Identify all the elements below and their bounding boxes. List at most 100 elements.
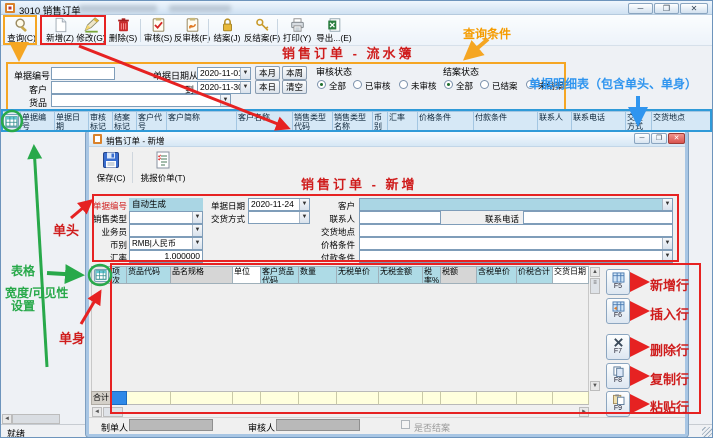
query-date-to-select[interactable]: 2020-11-30▼ xyxy=(197,81,251,94)
column-header[interactable]: 无税单价 xyxy=(337,266,379,284)
column-header[interactable]: 付款条件 xyxy=(474,111,538,131)
chevron-down-icon[interactable]: ▼ xyxy=(662,251,672,262)
column-header[interactable]: 货品代码 xyxy=(127,266,171,284)
add-row-button[interactable]: F5 xyxy=(606,269,630,295)
detail-grid-settings-button[interactable] xyxy=(94,269,109,282)
column-header[interactable]: 单位 xyxy=(233,266,261,284)
insert-row-button[interactable]: F6 xyxy=(606,298,630,324)
rate-input[interactable]: 1.000000 xyxy=(129,250,203,263)
dialog-minimize-button[interactable]: ─ xyxy=(634,133,650,144)
chevron-down-icon[interactable]: ▼ xyxy=(662,199,672,210)
price-cond-select[interactable]: ▼ xyxy=(359,237,673,250)
column-header[interactable]: 联系电话 xyxy=(572,111,626,131)
query-doc-no-input[interactable] xyxy=(51,67,115,80)
delivery-method-select[interactable]: ▼ xyxy=(248,211,310,224)
audit-audited-radio[interactable] xyxy=(353,80,362,89)
column-header[interactable]: 项次 xyxy=(111,266,127,284)
column-header[interactable]: 销售类型代码 xyxy=(293,111,333,131)
grid-settings-button[interactable] xyxy=(3,114,19,128)
grid-vscroll-up[interactable]: ▲ xyxy=(590,267,600,277)
clear-button[interactable]: 清空 xyxy=(282,80,307,94)
edit-button[interactable]: 修改(G) xyxy=(76,16,106,45)
export-button[interactable]: 导出...(E) xyxy=(314,16,354,45)
hscroll-left-arrow[interactable]: ◄ xyxy=(2,414,12,424)
column-header[interactable]: 币别 xyxy=(373,111,388,131)
column-header[interactable]: 价税合计 xyxy=(517,266,553,284)
uncase-button[interactable]: 反结案(F) xyxy=(242,16,282,45)
column-header[interactable]: 汇率 xyxy=(388,111,418,131)
resize-grip[interactable] xyxy=(702,427,713,438)
pay-cond-select[interactable]: ▼ xyxy=(359,250,673,263)
phone-input[interactable] xyxy=(523,211,673,224)
grid-hscroll-right[interactable]: ► xyxy=(579,407,589,417)
chevron-down-icon[interactable]: ▼ xyxy=(662,238,672,249)
close-all-radio[interactable] xyxy=(444,80,453,89)
column-header[interactable]: 无税金额 xyxy=(379,266,423,284)
query-date-from-select[interactable]: 2020-11-01▼ xyxy=(197,67,251,80)
add-button[interactable]: 新增(Z) xyxy=(45,16,75,45)
column-header[interactable]: 数量 xyxy=(299,266,337,284)
delete-button[interactable]: 删除(S) xyxy=(108,16,138,45)
sale-type-select[interactable]: ▼ xyxy=(129,211,203,224)
column-header[interactable]: 联系人 xyxy=(538,111,572,131)
salesman-select[interactable]: ▼ xyxy=(129,224,203,237)
column-header[interactable]: 客户名称 xyxy=(237,111,293,131)
print-button[interactable]: 打印(Y) xyxy=(281,16,313,45)
pick-quote-button[interactable]: 挑报价单(T) xyxy=(137,150,189,184)
grid-vscroll-thumb[interactable]: ≡ xyxy=(590,278,600,294)
chevron-down-icon[interactable]: ▼ xyxy=(220,95,230,106)
query-goods-select[interactable]: ▼ xyxy=(51,94,231,107)
column-header[interactable]: 销售类型名称 xyxy=(333,111,373,131)
column-header[interactable]: 含税单价 xyxy=(477,266,517,284)
column-header[interactable]: 客户简称 xyxy=(167,111,237,131)
currency-select[interactable]: RMB|人民币▼ xyxy=(129,237,203,250)
column-header[interactable]: 品名规格 xyxy=(171,266,233,284)
column-header[interactable]: 交货日期 xyxy=(553,266,589,284)
this-week-button[interactable]: 本周 xyxy=(282,66,307,80)
chevron-down-icon[interactable]: ▼ xyxy=(299,199,309,210)
column-header[interactable]: 客户货品代码 xyxy=(261,266,299,284)
audit-unaudited-radio[interactable] xyxy=(399,80,408,89)
today-button[interactable]: 本日 xyxy=(255,80,280,94)
paste-row-button[interactable]: F9 xyxy=(606,391,630,417)
this-month-button[interactable]: 本月 xyxy=(255,66,280,80)
column-header[interactable]: 交货地点 xyxy=(652,111,713,131)
close-button[interactable]: ✕ xyxy=(680,3,708,14)
close-closed-radio[interactable] xyxy=(480,80,489,89)
doc-date-select[interactable]: 2020-11-24▼ xyxy=(248,198,310,211)
grid-hscroll-thumb[interactable] xyxy=(103,407,123,417)
audit-all-radio[interactable] xyxy=(317,80,326,89)
column-header[interactable]: 交货方式 xyxy=(626,111,652,131)
column-header[interactable]: 单据编号 xyxy=(21,111,55,131)
unaudit-button[interactable]: 反审核(F) xyxy=(173,16,211,45)
doc-no-field[interactable]: 自动生成 xyxy=(129,198,203,211)
column-header[interactable]: 结案标记 xyxy=(113,111,137,131)
chevron-down-icon[interactable]: ▼ xyxy=(192,225,202,236)
column-header[interactable]: 税率% xyxy=(423,266,441,284)
column-header[interactable]: 价格条件 xyxy=(418,111,474,131)
query-button[interactable]: 查询(C) xyxy=(5,16,38,45)
column-header[interactable]: 税额 xyxy=(441,266,477,284)
delete-row-button[interactable]: F7 xyxy=(606,334,630,360)
save-button[interactable]: 保存(C) xyxy=(96,150,126,184)
copy-row-button[interactable]: F8 xyxy=(606,363,630,389)
maximize-button[interactable]: ❐ xyxy=(654,3,679,14)
closed-checkbox[interactable] xyxy=(401,420,410,429)
close-case-button[interactable]: 结案(J) xyxy=(212,16,242,45)
dialog-close-button[interactable]: ✕ xyxy=(668,133,685,144)
chevron-down-icon[interactable]: ▼ xyxy=(240,68,250,79)
grid-hscroll-left[interactable]: ◄ xyxy=(92,407,102,417)
chevron-down-icon[interactable]: ▼ xyxy=(192,238,202,249)
detail-grid-body[interactable] xyxy=(91,284,589,391)
dialog-maximize-button[interactable]: ❐ xyxy=(651,133,667,144)
column-header[interactable]: 客户代号 xyxy=(137,111,167,131)
grid-vscroll-down[interactable]: ▼ xyxy=(590,381,600,391)
hscroll-thumb[interactable] xyxy=(12,414,60,424)
column-header[interactable]: 审核标记 xyxy=(89,111,113,131)
total-selected-cell[interactable] xyxy=(111,391,127,405)
contact-input[interactable] xyxy=(359,211,441,224)
column-header[interactable]: 单据日期 xyxy=(55,111,89,131)
delivery-place-input[interactable] xyxy=(359,224,673,237)
customer-select[interactable]: ▼ xyxy=(359,198,673,211)
chevron-down-icon[interactable]: ▼ xyxy=(240,82,250,93)
